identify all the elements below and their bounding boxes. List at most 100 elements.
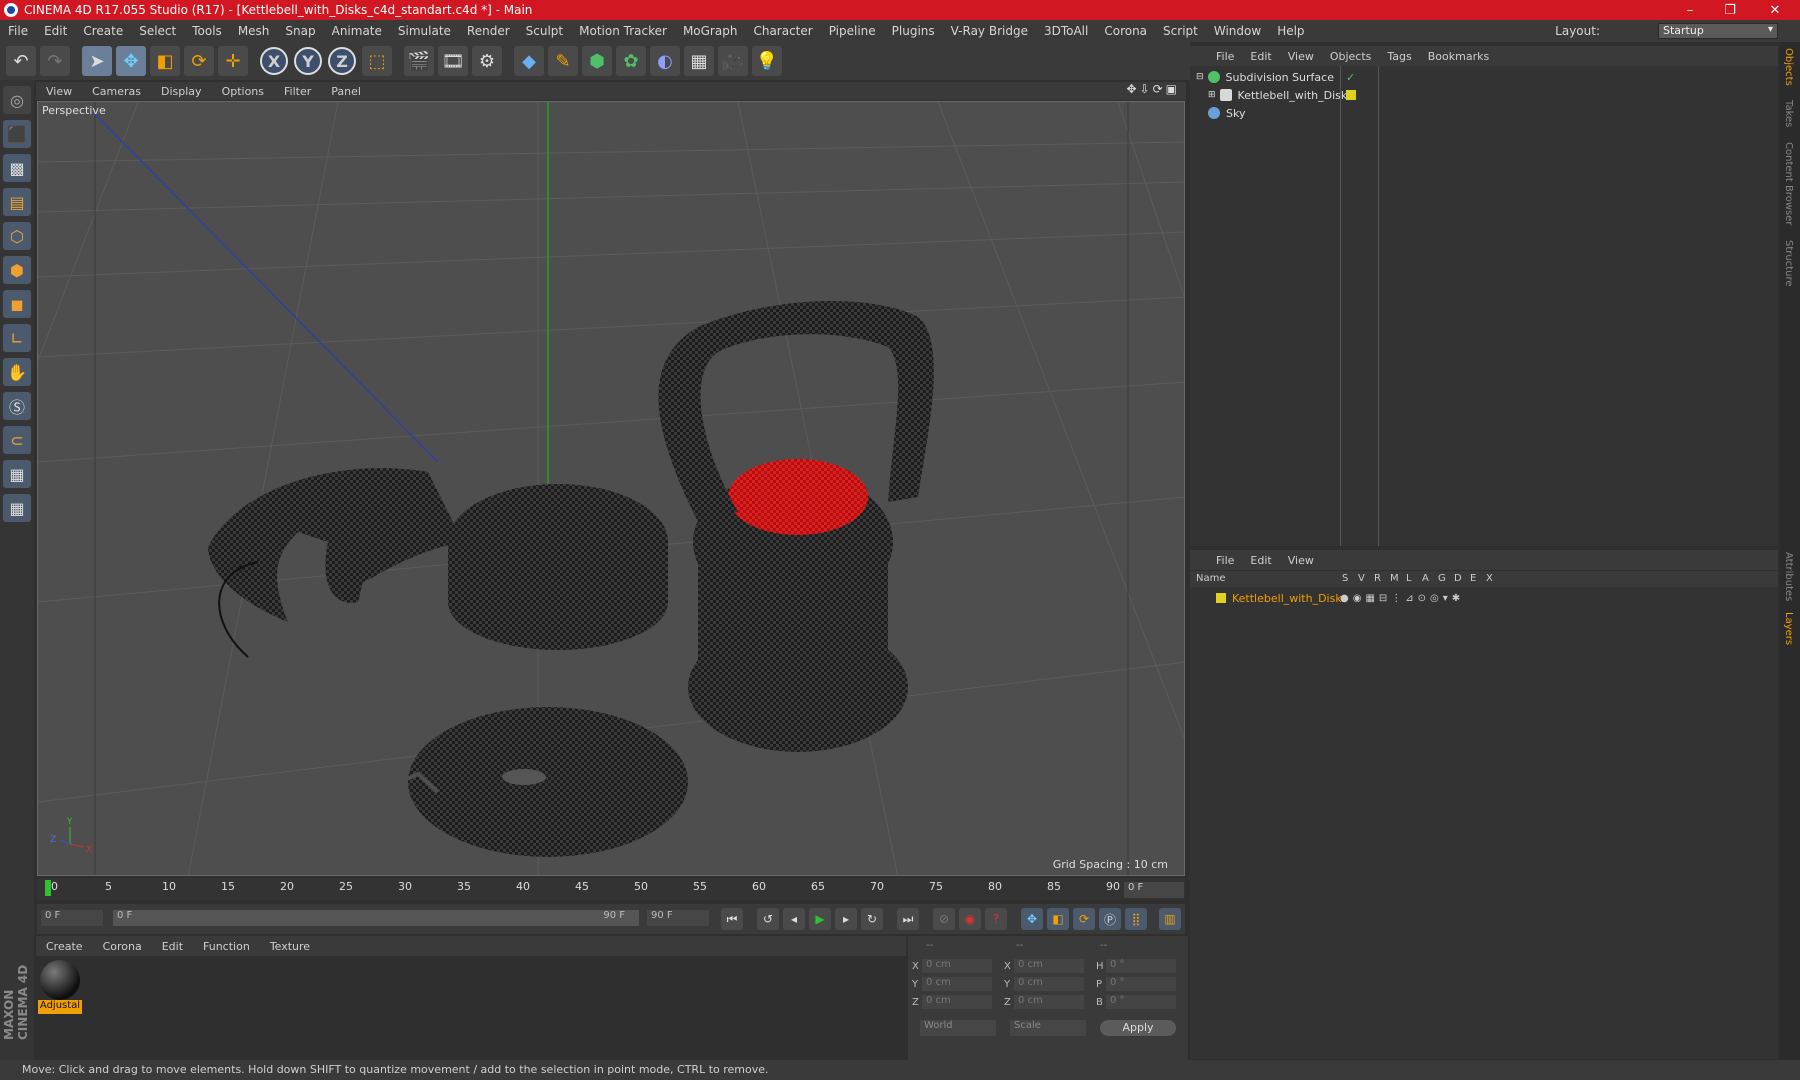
coord-system-select[interactable]: World: [920, 1020, 996, 1036]
layer-col-expressions[interactable]: E: [1470, 573, 1476, 584]
menu-mesh[interactable]: Mesh: [230, 24, 278, 38]
points-mode-icon[interactable]: ⬡: [3, 222, 31, 250]
menu-animate[interactable]: Animate: [324, 24, 390, 38]
layer-color-swatch[interactable]: [1346, 90, 1356, 100]
maximize-button[interactable]: ❐: [1710, 0, 1750, 20]
lock-workplane-icon[interactable]: ▦: [3, 460, 31, 488]
menu-help[interactable]: Help: [1269, 24, 1312, 38]
menu-sculpt[interactable]: Sculpt: [518, 24, 571, 38]
polygons-mode-icon[interactable]: ◼: [3, 290, 31, 318]
expand-icon[interactable]: ⊞: [1208, 90, 1216, 100]
model-mode-icon[interactable]: ⬛: [3, 120, 31, 148]
obj-menu-bookmarks[interactable]: Bookmarks: [1420, 50, 1497, 63]
current-frame-field[interactable]: 0 F: [41, 910, 103, 926]
rotation-h-field[interactable]: 0 °: [1106, 959, 1176, 973]
menu-create[interactable]: Create: [75, 24, 131, 38]
layer-col-animation[interactable]: A: [1422, 573, 1429, 584]
layer-name[interactable]: Kettlebell_with_Disks: [1232, 592, 1347, 605]
rotation-p-field[interactable]: 0 °: [1106, 977, 1176, 991]
obj-menu-objects[interactable]: Objects: [1322, 50, 1380, 63]
menu-vray-bridge[interactable]: V-Ray Bridge: [943, 24, 1036, 38]
rotate-tool-icon[interactable]: ⟳: [184, 46, 214, 76]
texture-mode-icon[interactable]: ▩: [3, 154, 31, 182]
cube-primitive-icon[interactable]: ◆: [514, 46, 544, 76]
close-button[interactable]: ✕: [1755, 0, 1795, 20]
material-menu-corona[interactable]: Corona: [93, 940, 152, 953]
viewport-menu-options[interactable]: Options: [212, 85, 274, 98]
play-icon[interactable]: ▶: [809, 908, 831, 930]
x-axis-lock-button[interactable]: X: [260, 47, 288, 75]
prev-frame-icon[interactable]: ◂: [783, 908, 805, 930]
layer-menu-view[interactable]: View: [1280, 554, 1322, 567]
layer-col-view[interactable]: V: [1358, 573, 1365, 584]
undo-icon[interactable]: ↶: [6, 46, 36, 76]
key-pla-icon[interactable]: ⣿: [1125, 908, 1147, 930]
obj-menu-file[interactable]: File: [1208, 50, 1242, 63]
select-arrow-icon[interactable]: ➤: [82, 46, 112, 76]
make-editable-icon[interactable]: ◎: [3, 86, 31, 114]
timeline-ruler[interactable]: 0 5 10 15 20 25 30 35 40 45 50 55 60 65 …: [37, 878, 1185, 900]
layer-menu-file[interactable]: File: [1208, 554, 1242, 567]
menu-corona[interactable]: Corona: [1096, 24, 1155, 38]
rotation-b-field[interactable]: 0 °: [1106, 995, 1176, 1009]
object-row-kettlebell[interactable]: ⊞ Kettlebell_with_Disks: [1190, 86, 1778, 104]
minimize-button[interactable]: –: [1670, 0, 1710, 20]
apply-button[interactable]: Apply: [1100, 1020, 1176, 1036]
layer-col-deformers[interactable]: D: [1454, 573, 1462, 584]
menu-file[interactable]: File: [0, 24, 36, 38]
material-menu-function[interactable]: Function: [193, 940, 260, 953]
object-row-sky[interactable]: Sky: [1190, 104, 1778, 122]
material-menu-texture[interactable]: Texture: [260, 940, 320, 953]
next-key-icon[interactable]: ↻: [861, 908, 883, 930]
layer-row[interactable]: Kettlebell_with_Disks ●◉▦⊟⋮⊿⊙◎▾✱: [1190, 589, 1778, 607]
viewport-menu-cameras[interactable]: Cameras: [82, 85, 151, 98]
material-preview[interactable]: [40, 960, 80, 1000]
key-position-icon[interactable]: ✥: [1021, 908, 1043, 930]
object-enabled-check[interactable]: ✓: [1346, 71, 1355, 84]
frame-range-slider[interactable]: 0 F 90 F: [113, 910, 639, 926]
z-axis-lock-button[interactable]: Z: [328, 47, 356, 75]
coordinate-system-icon[interactable]: ⬚: [362, 46, 392, 76]
layout-select[interactable]: Startup: [1658, 23, 1778, 39]
tab-attributes[interactable]: Attributes: [1783, 552, 1794, 601]
layer-col-locked[interactable]: L: [1406, 573, 1412, 584]
record-icon[interactable]: ◉: [959, 908, 981, 930]
menu-motion-tracker[interactable]: Motion Tracker: [571, 24, 675, 38]
viewport-menu-panel[interactable]: Panel: [321, 85, 371, 98]
tab-structure[interactable]: Structure: [1783, 240, 1794, 287]
menu-pipeline[interactable]: Pipeline: [821, 24, 884, 38]
goto-start-icon[interactable]: ⏮: [721, 908, 743, 930]
keyframe-disabled-icon[interactable]: ⊘: [933, 908, 955, 930]
size-y-field[interactable]: 0 cm: [1014, 977, 1084, 991]
autokey-icon[interactable]: ?: [985, 908, 1007, 930]
layer-color-swatch[interactable]: [1216, 593, 1226, 603]
light-icon[interactable]: 💡: [752, 46, 782, 76]
tab-content-browser[interactable]: Content Browser: [1783, 142, 1794, 225]
timeline-end-field[interactable]: 0 F: [1124, 882, 1184, 898]
render-settings-icon[interactable]: ⚙: [472, 46, 502, 76]
menu-3dtoall[interactable]: 3DToAll: [1036, 24, 1096, 38]
spline-pen-icon[interactable]: ✎: [548, 46, 578, 76]
perspective-viewport[interactable]: Y Z X Perspective Grid Spacing : 10 cm: [37, 101, 1185, 876]
next-frame-icon[interactable]: ▸: [835, 908, 857, 930]
obj-menu-tags[interactable]: Tags: [1379, 50, 1419, 63]
viewport-menu-view[interactable]: View: [36, 85, 82, 98]
prev-key-icon[interactable]: ↺: [757, 908, 779, 930]
key-scale-icon[interactable]: ◧: [1047, 908, 1069, 930]
layer-col-render[interactable]: R: [1374, 573, 1381, 584]
size-z-field[interactable]: 0 cm: [1014, 995, 1084, 1009]
layer-col-solo[interactable]: S: [1342, 573, 1348, 584]
viewport-menu-filter[interactable]: Filter: [274, 85, 321, 98]
obj-menu-edit[interactable]: Edit: [1242, 50, 1279, 63]
menu-mograph[interactable]: MoGraph: [675, 24, 746, 38]
material-menu-create[interactable]: Create: [36, 940, 93, 953]
layer-col-manager[interactable]: M: [1390, 573, 1399, 584]
y-axis-lock-button[interactable]: Y: [294, 47, 322, 75]
deformer-icon[interactable]: ◐: [650, 46, 680, 76]
key-rotation-icon[interactable]: ⟳: [1073, 908, 1095, 930]
menu-character[interactable]: Character: [745, 24, 820, 38]
object-manager-divider[interactable]: [1340, 66, 1341, 546]
menu-simulate[interactable]: Simulate: [390, 24, 459, 38]
viewport-menu-display[interactable]: Display: [151, 85, 212, 98]
menu-tools[interactable]: Tools: [184, 24, 230, 38]
